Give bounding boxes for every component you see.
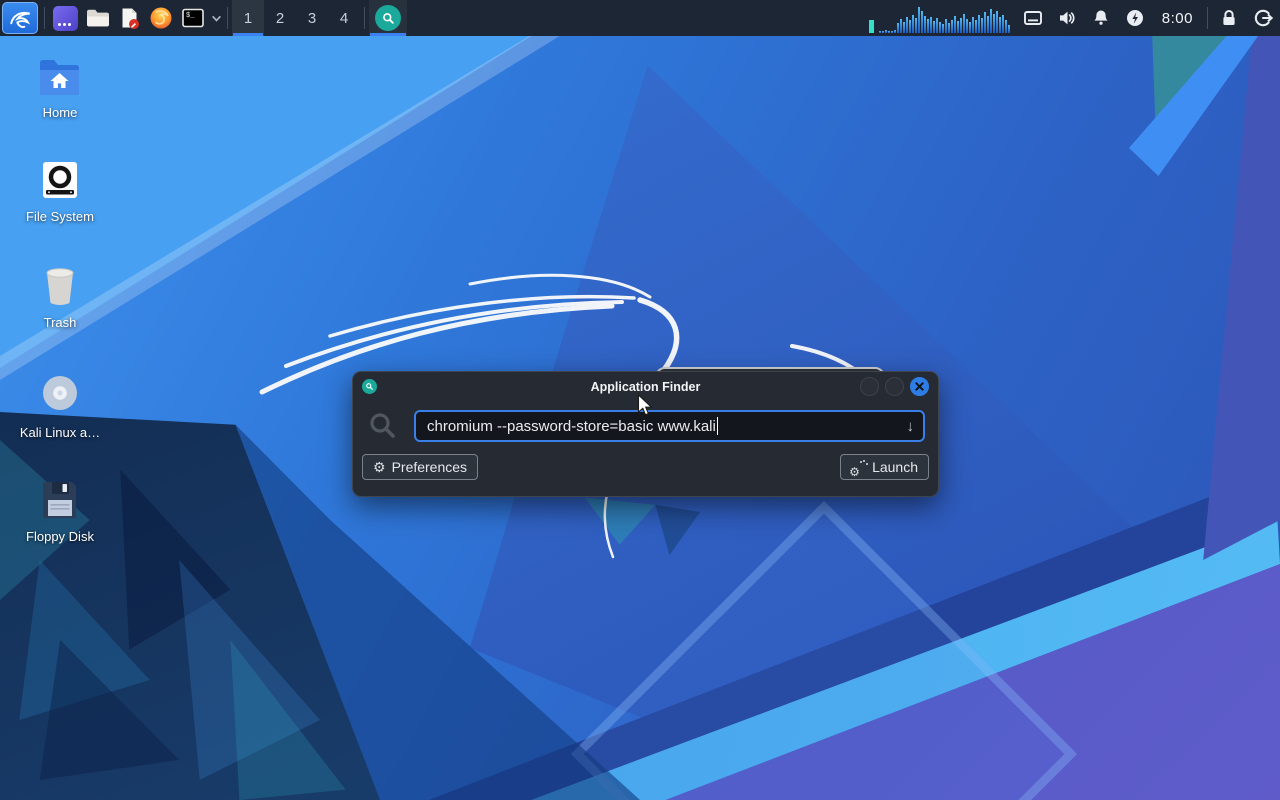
logout-button[interactable] (1246, 0, 1280, 36)
text-editor-icon (122, 8, 139, 29)
maximize-button[interactable] (885, 377, 904, 396)
power-manager-icon (1126, 10, 1143, 26)
application-finder-icon (375, 5, 401, 31)
workspace-button-2[interactable]: 2 (264, 0, 296, 36)
preferences-label: Preferences (391, 459, 468, 475)
desktop-icon-label: Home (42, 105, 78, 120)
desktop-icon-floppy[interactable]: Floppy Disk (16, 478, 104, 544)
kali-menu-button[interactable] (2, 2, 38, 34)
desktop-icon-trash[interactable]: Trash (16, 264, 104, 330)
panel-separator (1207, 7, 1208, 29)
volume-speaker-icon (1059, 11, 1075, 25)
trash-bucket-icon (46, 268, 74, 305)
close-button[interactable] (910, 377, 929, 396)
desktop-icon-label: Trash (43, 315, 77, 330)
workspace-button-3[interactable]: 3 (296, 0, 328, 36)
launcher-terminal[interactable]: $_ (178, 2, 208, 34)
tray-volume[interactable] (1050, 0, 1084, 36)
dropdown-arrow-icon[interactable]: ↓ (907, 418, 915, 435)
launch-label: Launch (872, 459, 918, 475)
close-icon (915, 382, 924, 391)
firefox-icon (150, 7, 172, 29)
application-finder-window: Application Finder chromium --password-s… (352, 371, 939, 497)
disk-drive-icon (43, 162, 77, 198)
top-panel: $_ 1 2 3 4 8:00 (0, 0, 1280, 36)
launcher-file-manager[interactable] (82, 2, 112, 34)
desktop-icon-file-system[interactable]: File System (16, 158, 104, 224)
launcher-firefox[interactable] (146, 2, 176, 34)
lock-icon (1223, 10, 1235, 25)
search-query-text: chromium --password-store=basic www.kali (427, 417, 716, 435)
logout-power-icon (1254, 9, 1274, 27)
desktop-icon-label: Kali Linux a… (19, 425, 101, 440)
floppy-disk-icon (43, 482, 76, 518)
mouse-cursor (637, 394, 653, 416)
kali-dragon-icon (10, 11, 31, 28)
notifications-bell-icon (1094, 10, 1108, 25)
panel-separator (44, 7, 45, 29)
minimize-button[interactable] (860, 377, 879, 396)
launch-gear-icon: ⚙ (849, 459, 866, 478)
terminal-icon: $_ (182, 8, 204, 28)
workspace-button-1[interactable]: 1 (232, 0, 264, 36)
optical-disc-icon (43, 376, 77, 410)
desktop-icon-home[interactable]: Home (16, 56, 104, 120)
terminal-dropdown[interactable] (209, 2, 223, 34)
svg-text:$_: $_ (186, 12, 195, 20)
desktop-icon-label: File System (26, 209, 94, 224)
tray-power-manager[interactable] (1118, 0, 1152, 36)
clock[interactable]: 8:00 (1152, 10, 1203, 27)
tray-notifications[interactable] (1084, 0, 1118, 36)
home-folder-icon (40, 60, 79, 95)
taskbar-application-finder[interactable] (369, 0, 407, 36)
file-manager-icon (87, 9, 109, 27)
workspace-button-4[interactable]: 4 (328, 0, 360, 36)
launcher-text-editor[interactable] (114, 2, 144, 34)
desktop-icon-label: Floppy Disk (26, 529, 94, 544)
search-icon (366, 410, 400, 442)
preferences-button[interactable]: ⚙ Preferences (362, 454, 479, 480)
desktop-icon-kali-cd[interactable]: Kali Linux a… (16, 370, 104, 440)
app-window-icon (52, 5, 78, 31)
system-monitor[interactable] (868, 3, 1010, 33)
network-display-icon (1023, 11, 1042, 25)
chevron-down-icon (211, 15, 221, 22)
tray-network[interactable] (1016, 0, 1050, 36)
panel-separator (227, 7, 228, 29)
text-caret (716, 417, 718, 435)
window-title: Application Finder (590, 379, 701, 394)
panel-separator (364, 7, 365, 29)
launcher-app-window[interactable] (50, 2, 80, 34)
gear-icon: ⚙ (373, 459, 386, 475)
launch-button[interactable]: ⚙ Launch (840, 454, 929, 480)
search-input[interactable]: chromium --password-store=basic www.kali… (414, 410, 925, 442)
net-meter-bar (868, 19, 874, 33)
screen-lock-button[interactable] (1212, 0, 1246, 36)
cpu-graph (878, 6, 1010, 33)
